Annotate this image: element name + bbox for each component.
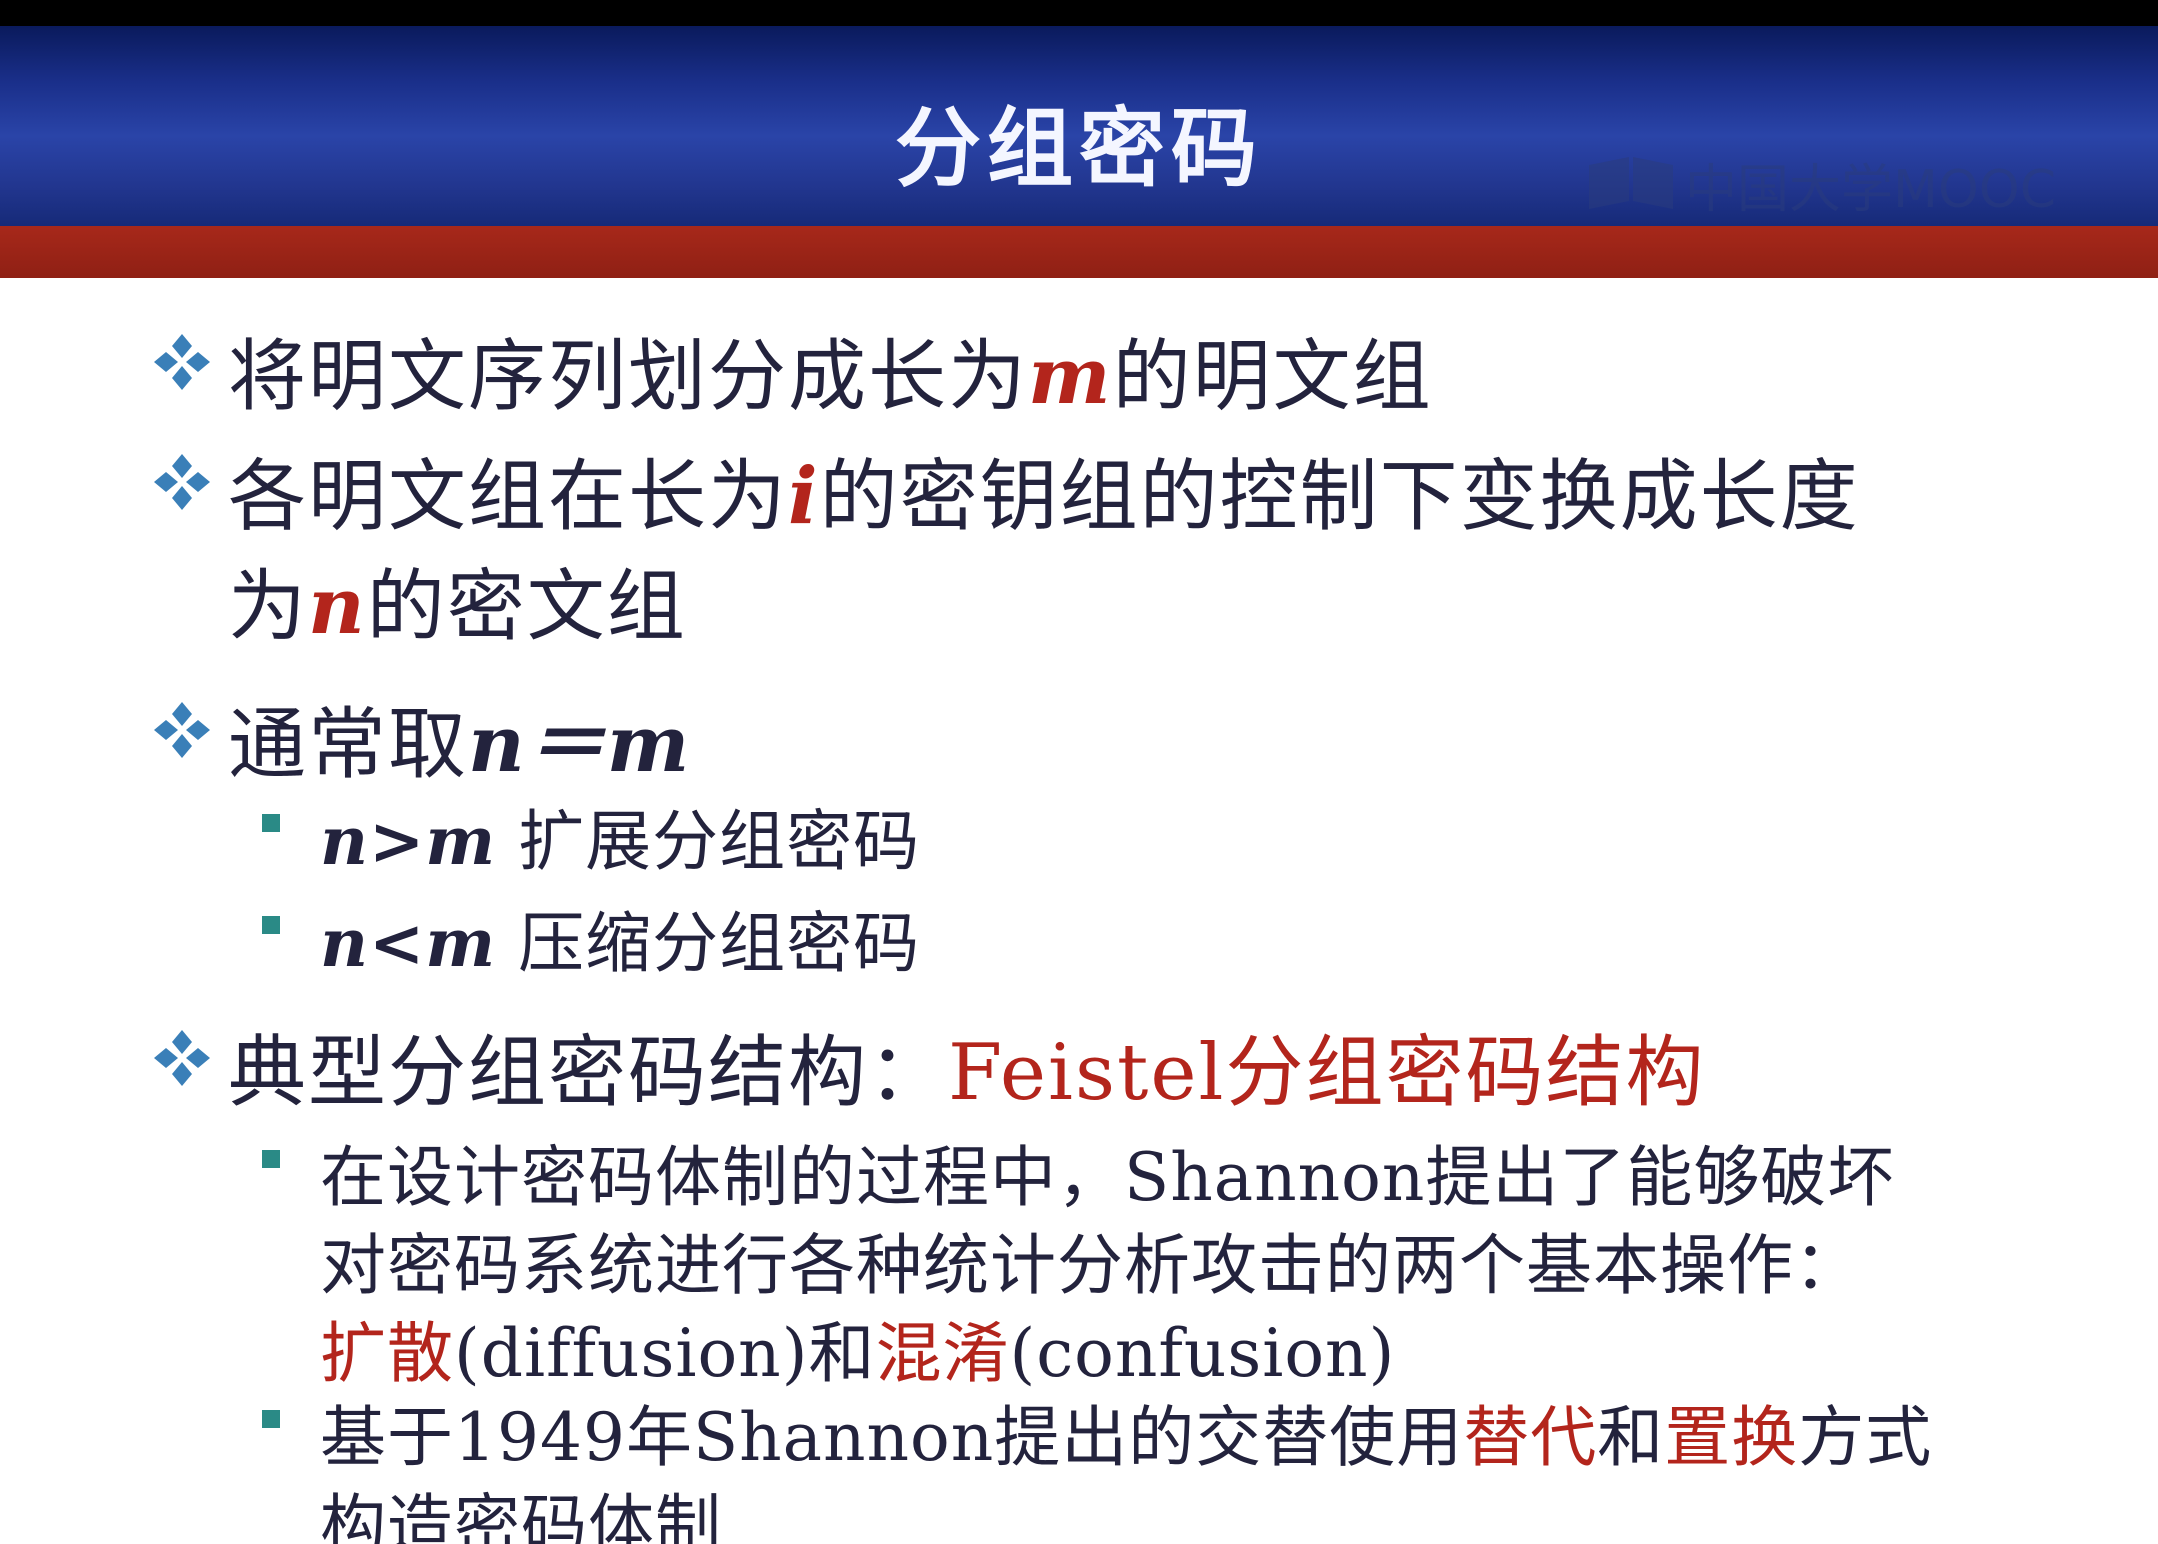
bullet-4-sub-2-post: 方式	[1798, 1399, 1933, 1476]
bullet-3-sub-1: n>m 扩展分组密码	[320, 788, 920, 884]
formula-n-eq-m: n＝m	[468, 699, 692, 790]
bullet-4-sub-2-pre: 基于1949年Shannon提出的交替使用	[320, 1399, 1464, 1476]
mooc-logo-icon	[1589, 157, 1673, 209]
bullet-4-text: 典型分组密码结构：	[228, 1028, 949, 1118]
bullet-2-line2-pre: 为	[228, 562, 309, 652]
bullet-4-sub-2-line-1: 基于1949年Shannon提出的交替使用替代和置换方式	[320, 1384, 1932, 1480]
confusion-end: (confusion)	[1009, 1315, 1396, 1392]
square-bullet-icon	[262, 814, 280, 832]
bullet-1-pre: 将明文序列划分成长为	[228, 332, 1029, 422]
square-bullet-icon	[262, 1410, 280, 1428]
bullet-3-text: 通常取	[228, 700, 469, 790]
bullet-3-sub-2-text: 压缩分组密码	[496, 905, 921, 982]
diamond-bullet-icon	[154, 1030, 210, 1086]
diamond-bullet-icon	[154, 334, 210, 390]
slide-header: 分组密码 中国大学MOOC	[0, 26, 2158, 226]
diamond-bullet-icon	[154, 454, 210, 510]
bullet-3: 通常取n＝m	[228, 682, 691, 794]
mooc-watermark: 中国大学MOOC	[1585, 152, 2056, 220]
bullet-4-sub-2-mid: 和	[1597, 1399, 1665, 1476]
diamond-bullet-icon	[154, 702, 210, 758]
var-n: n	[308, 561, 367, 652]
var-i: i	[788, 451, 820, 542]
square-bullet-icon	[262, 1150, 280, 1168]
bullet-2-line2-post: 的密文组	[366, 562, 687, 652]
permutation-label: 置换	[1664, 1399, 1799, 1476]
bullet-2-post: 的密钥组的控制下变换成长度	[819, 452, 1860, 542]
substitution-label: 替代	[1463, 1399, 1598, 1476]
bullet-4-sub-1-line-3: 扩散(diffusion)和混淆(confusion)	[320, 1300, 1395, 1396]
bullet-3-sub-2: n<m 压缩分组密码	[320, 890, 920, 986]
bullet-4-sub-1-line-2: 对密码系统进行各种统计分析攻击的两个基本操作：	[320, 1227, 1861, 1304]
bullet-2-pre: 各明文组在长为	[228, 452, 789, 542]
diffusion-mid: (diffusion)和	[454, 1315, 876, 1392]
diffusion-label: 扩散	[320, 1315, 454, 1392]
bullet-2-line-2: 为n的密文组	[228, 544, 687, 656]
bullet-1: 将明文序列划分成长为m的明文组	[228, 314, 1433, 426]
header-red-bar	[0, 226, 2158, 278]
square-bullet-icon	[262, 916, 280, 934]
bullet-4: 典型分组密码结构：Feistel分组密码结构	[228, 1010, 1705, 1122]
formula-n-lt-m: n<m	[320, 904, 497, 982]
bullet-4-sub-2-line-2: 构造密码体制	[320, 1487, 722, 1544]
var-m: m	[1028, 331, 1113, 422]
bullet-2-line-1: 各明文组在长为i的密钥组的控制下变换成长度	[228, 434, 1860, 546]
watermark-text: 中国大学MOOC	[1685, 159, 2057, 220]
feistel-label: Feistel分组密码结构	[948, 1028, 1706, 1118]
slide: 分组密码 中国大学MOOC 将明文序列划分成长为m的明文组 各明文组在长为i的密…	[0, 26, 2158, 1544]
bullet-4-sub-1-line-1: 在设计密码体制的过程中，Shannon提出了能够破坏	[320, 1139, 1895, 1216]
confusion-label: 混淆	[875, 1315, 1010, 1392]
formula-n-gt-m: n>m	[320, 802, 497, 880]
bullet-3-sub-1-text: 扩展分组密码	[496, 803, 921, 880]
bullet-1-post: 的明文组	[1112, 332, 1433, 422]
